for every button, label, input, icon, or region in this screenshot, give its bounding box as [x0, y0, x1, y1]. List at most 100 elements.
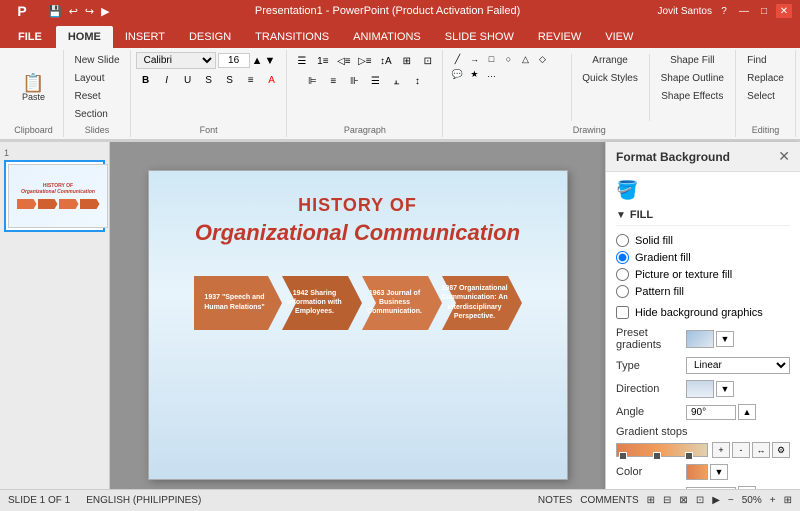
oval-shape-btn[interactable]: ○: [500, 52, 516, 66]
picture-texture-fill-option[interactable]: Picture or texture fill: [616, 268, 790, 281]
slide-canvas[interactable]: HISTORY OF Organizational Communication …: [148, 170, 568, 480]
color-dropdown[interactable]: ▼: [710, 464, 728, 480]
strikethrough-button[interactable]: S: [199, 71, 219, 89]
find-button[interactable]: Find: [742, 52, 771, 69]
view-presenter-icon[interactable]: ▶: [712, 495, 720, 506]
tab-review[interactable]: REVIEW: [526, 26, 593, 48]
add-gradient-stop[interactable]: +: [712, 442, 730, 458]
view-slidesorter-icon[interactable]: ⊠: [679, 495, 687, 506]
reset-button[interactable]: Reset: [69, 88, 105, 105]
align-right-button[interactable]: ⊪: [344, 72, 364, 90]
section-collapse-icon[interactable]: ▼: [616, 210, 626, 221]
select-button[interactable]: Select: [742, 88, 780, 105]
increase-font-icon[interactable]: ▲: [252, 55, 263, 67]
tab-file[interactable]: FILE: [4, 26, 56, 48]
more-shapes-btn[interactable]: …: [483, 67, 499, 81]
callout-shape-btn[interactable]: 💬: [449, 67, 465, 81]
line-shape-btn[interactable]: ╱: [449, 52, 465, 66]
presentation-start-icon[interactable]: ▶: [99, 4, 111, 19]
smartart-button[interactable]: ⊡: [418, 52, 438, 70]
arrow-item-1[interactable]: 1937 "Speech and Human Relations": [194, 276, 282, 330]
direction-dropdown[interactable]: ▼: [716, 381, 734, 397]
font-color-button[interactable]: A: [262, 71, 282, 89]
comments-button[interactable]: COMMENTS: [580, 495, 638, 506]
decrease-font-icon[interactable]: ▼: [265, 55, 276, 67]
align-text-button[interactable]: ⊞: [397, 52, 417, 70]
underline-button[interactable]: U: [178, 71, 198, 89]
align-left-button[interactable]: ⊫: [302, 72, 322, 90]
increase-indent-button[interactable]: ▷≡: [355, 52, 375, 70]
remove-gradient-stop[interactable]: -: [732, 442, 750, 458]
shape-effects-button[interactable]: Shape Effects: [656, 88, 729, 105]
shape-fill-button[interactable]: Shape Fill: [656, 52, 729, 69]
tab-home[interactable]: HOME: [56, 26, 113, 48]
view-reading-icon[interactable]: ⊡: [696, 495, 704, 506]
tab-design[interactable]: DESIGN: [177, 26, 243, 48]
paste-button[interactable]: 📋 Paste: [15, 70, 52, 106]
hide-bg-graphics-option[interactable]: Hide background graphics: [616, 306, 790, 319]
panel-close-button[interactable]: ✕: [778, 148, 790, 165]
arrow-item-2[interactable]: 1942 Sharing Information with Employees.: [274, 276, 362, 330]
zoom-in-icon[interactable]: +: [770, 495, 776, 506]
maximize-button[interactable]: □: [756, 4, 772, 18]
italic-button[interactable]: I: [157, 71, 177, 89]
view-outline-icon[interactable]: ⊟: [663, 495, 671, 506]
help-button[interactable]: ?: [716, 4, 732, 18]
view-normal-icon[interactable]: ⊞: [647, 495, 655, 506]
star-shape-btn[interactable]: ★: [466, 67, 482, 81]
gradient-settings[interactable]: ⚙: [772, 442, 790, 458]
tab-insert[interactable]: INSERT: [113, 26, 177, 48]
pattern-fill-option[interactable]: Pattern fill: [616, 285, 790, 298]
quick-styles-button[interactable]: Quick Styles: [577, 70, 643, 87]
gradient-fill-option[interactable]: Gradient fill: [616, 251, 790, 264]
align-center-button[interactable]: ≡: [323, 72, 343, 90]
close-button[interactable]: ✕: [776, 4, 792, 18]
columns-button[interactable]: ⫠: [386, 72, 406, 90]
layout-button[interactable]: Layout: [69, 70, 109, 87]
arrange-button[interactable]: Arrange: [577, 52, 643, 69]
solid-fill-option[interactable]: Solid fill: [616, 234, 790, 247]
minimize-button[interactable]: —: [736, 4, 752, 18]
type-select[interactable]: Linear Radial Rectangular Path: [686, 357, 790, 374]
decrease-indent-button[interactable]: ◁≡: [334, 52, 354, 70]
font-name-select[interactable]: Calibri: [136, 52, 216, 69]
picture-fill-radio[interactable]: [616, 268, 629, 281]
gradient-stop-1[interactable]: [619, 452, 627, 460]
justify-button[interactable]: ☰: [365, 72, 385, 90]
numbering-button[interactable]: 1≡: [313, 52, 333, 70]
font-size-input[interactable]: [218, 53, 250, 68]
gradient-stop-3[interactable]: [685, 452, 693, 460]
replace-button[interactable]: Replace: [742, 70, 789, 87]
angle-input[interactable]: [686, 405, 736, 420]
redo-icon[interactable]: ↪: [83, 4, 96, 19]
preset-gradient-dropdown[interactable]: ▼: [716, 331, 734, 347]
tab-animations[interactable]: ANIMATIONS: [341, 26, 433, 48]
angle-increment[interactable]: ▲: [738, 404, 756, 420]
section-button[interactable]: Section: [69, 106, 112, 123]
pattern-fill-radio[interactable]: [616, 285, 629, 298]
arrow-shape-btn[interactable]: →: [466, 52, 482, 66]
arrow-item-3[interactable]: 1963 Journal of Business Communication.: [354, 276, 442, 330]
notes-button[interactable]: NOTES: [538, 495, 572, 506]
undo-icon[interactable]: ↩: [67, 4, 80, 19]
slide-thumbnail[interactable]: HISTORY OF Organizational Communication: [4, 160, 105, 232]
solid-fill-radio[interactable]: [616, 234, 629, 247]
new-slide-button[interactable]: New Slide: [69, 52, 124, 69]
char-spacing-button[interactable]: ≡: [241, 71, 261, 89]
line-spacing-button[interactable]: ↕: [407, 72, 427, 90]
reverse-gradient[interactable]: ↔: [752, 442, 770, 458]
arrow-item-4[interactable]: 1987 Organizational Communication: An In…: [434, 276, 522, 330]
slide-canvas-area[interactable]: HISTORY OF Organizational Communication …: [110, 142, 605, 507]
triangle-shape-btn[interactable]: △: [517, 52, 533, 66]
bold-button[interactable]: B: [136, 71, 156, 89]
rect-shape-btn[interactable]: □: [483, 52, 499, 66]
shadow-button[interactable]: S: [220, 71, 240, 89]
zoom-out-icon[interactable]: −: [728, 495, 734, 506]
fit-slide-icon[interactable]: ⊞: [784, 495, 792, 506]
shape-outline-button[interactable]: Shape Outline: [656, 70, 729, 87]
tab-transitions[interactable]: TRANSITIONS: [243, 26, 341, 48]
tab-view[interactable]: VIEW: [593, 26, 645, 48]
save-icon[interactable]: 💾: [46, 4, 64, 19]
hide-bg-graphics-checkbox[interactable]: [616, 306, 629, 319]
tab-slideshow[interactable]: SLIDE SHOW: [433, 26, 526, 48]
